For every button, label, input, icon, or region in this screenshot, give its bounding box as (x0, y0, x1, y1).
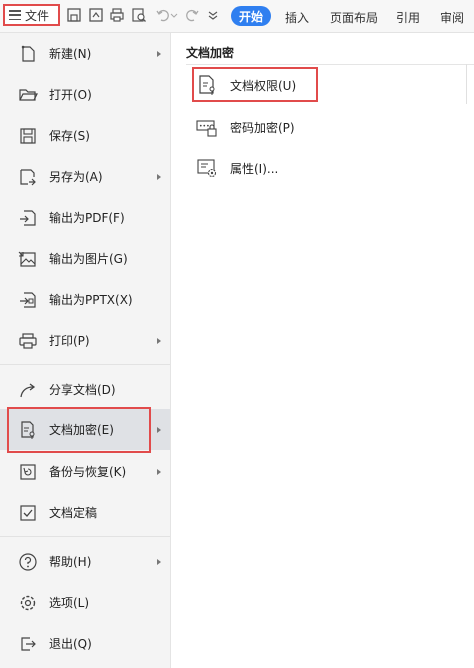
submenu-item-label: 属性(I)... (230, 161, 279, 176)
menu-item-label: 输出为PDF(F) (49, 211, 125, 225)
submenu-arrow-icon (157, 50, 161, 57)
menu-item-exit[interactable]: 退出(Q) (0, 623, 170, 664)
submenu-arrow-icon (157, 558, 161, 565)
tab-insert[interactable]: 插入 (285, 9, 309, 26)
encrypt-highlight-box (7, 407, 151, 453)
tab-start[interactable]: 开始 (231, 6, 271, 26)
undo-dropdown-icon[interactable] (170, 7, 178, 23)
menu-item-help[interactable]: 帮助(H) (0, 541, 170, 582)
submenu-item-label: 密码加密(P) (230, 120, 295, 135)
more-dropdown-icon[interactable] (207, 7, 219, 23)
menu-divider (0, 536, 170, 537)
help-icon (18, 552, 38, 572)
menu-item-open[interactable]: 打开(O) (0, 74, 170, 115)
properties-icon (196, 157, 218, 179)
menu-item-save-as[interactable]: 另存为(A) (0, 156, 170, 197)
submenu-divider (186, 64, 474, 65)
tab-page-layout[interactable]: 页面布局 (330, 9, 378, 26)
submenu-arrow-icon (157, 173, 161, 180)
menu-item-label: 文档定稿 (49, 506, 98, 520)
tab-review[interactable]: 审阅 (440, 9, 464, 26)
backup-icon (18, 462, 38, 482)
menu-item-print[interactable]: 打印(P) (0, 320, 170, 361)
print-toolbar-icon[interactable] (109, 7, 125, 23)
export-pptx-icon (18, 290, 38, 310)
save-as-icon (18, 167, 38, 187)
menu-item-label: 另存为(A) (49, 170, 103, 184)
menu-item-label: 输出为图片(G) (49, 252, 128, 266)
menu-item-export-pptx[interactable]: 输出为PPTX(X) (0, 279, 170, 320)
menu-item-share[interactable]: 分享文档(D) (0, 369, 170, 410)
document-edge-line (466, 64, 467, 104)
menu-item-new[interactable]: 新建(N) (0, 33, 170, 74)
top-toolbar: 文件 开始 插入 页面布局 引用 审阅 (0, 0, 474, 33)
menu-item-label: 打印(P) (49, 334, 90, 348)
menu-item-export-image[interactable]: 输出为图片(G) (0, 238, 170, 279)
home-doc-icon[interactable] (66, 7, 82, 23)
file-menu-label: 文件 (25, 8, 50, 23)
menu-item-label: 新建(N) (49, 47, 92, 61)
menu-item-export-pdf[interactable]: 输出为PDF(F) (0, 197, 170, 238)
exit-icon (18, 634, 38, 654)
settings-icon (18, 593, 38, 613)
redo-icon[interactable] (184, 7, 200, 23)
menu-item-label: 打开(O) (49, 88, 92, 102)
export-icon[interactable] (88, 7, 104, 23)
menu-item-label: 保存(S) (49, 129, 90, 143)
menu-item-label: 输出为PPTX(X) (49, 293, 133, 307)
print-icon (18, 331, 38, 351)
hamburger-icon (9, 10, 21, 20)
password-lock-icon: ••• (196, 116, 218, 138)
menu-item-label: 选项(L) (49, 596, 90, 610)
menu-item-save[interactable]: 保存(S) (0, 115, 170, 156)
finalize-icon (18, 503, 38, 523)
menu-item-label: 帮助(H) (49, 555, 92, 569)
menu-item-label: 分享文档(D) (49, 383, 116, 397)
menu-item-finalize[interactable]: 文档定稿 (0, 492, 170, 533)
submenu-item-properties[interactable]: 属性(I)... (186, 151, 386, 185)
menu-item-label: 备份与恢复(K) (49, 465, 127, 479)
share-icon (18, 380, 38, 400)
submenu-arrow-icon (157, 337, 161, 344)
new-file-icon (18, 44, 38, 64)
menu-item-label: 退出(Q) (49, 637, 92, 651)
file-menu-button[interactable]: 文件 (3, 4, 60, 26)
menu-item-options[interactable]: 选项(L) (0, 582, 170, 623)
preview-icon[interactable] (131, 7, 147, 23)
submenu-title: 文档加密 (186, 46, 235, 60)
undo-icon[interactable] (155, 7, 171, 23)
export-pdf-icon (18, 208, 38, 228)
submenu-arrow-icon (157, 426, 161, 433)
menu-divider (0, 364, 170, 365)
tab-references[interactable]: 引用 (396, 9, 420, 26)
folder-open-icon (18, 85, 38, 105)
permission-highlight-box (192, 67, 318, 102)
submenu-arrow-icon (157, 468, 161, 475)
submenu-item-password[interactable]: ••• 密码加密(P) (186, 110, 386, 144)
save-icon (18, 126, 38, 146)
menu-item-backup[interactable]: 备份与恢复(K) (0, 451, 170, 492)
export-image-icon (18, 249, 38, 269)
